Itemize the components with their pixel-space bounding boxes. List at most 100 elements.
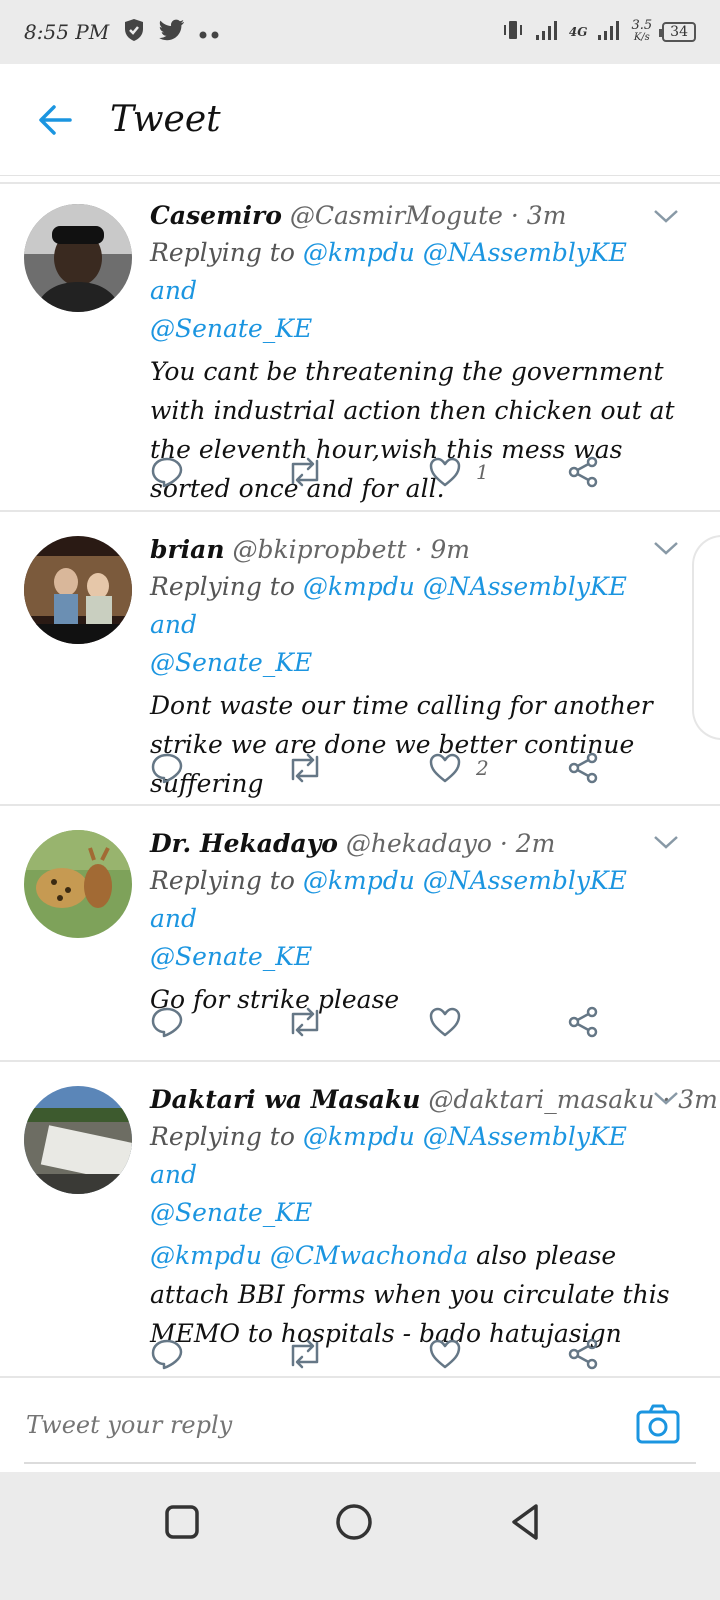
speech-bubble-icon — [151, 1339, 183, 1370]
tweet-header: Casemiro @CasmirMogute · 3m — [150, 198, 680, 234]
share-icon — [568, 752, 598, 784]
status-time: 8:55 PM — [24, 20, 110, 44]
system-nav-bar — [0, 1472, 720, 1600]
reply-button[interactable] — [150, 1337, 184, 1371]
replying-to: Replying to @kmpdu @NAssemblyKE and @Sen… — [150, 568, 680, 682]
share-icon — [568, 456, 598, 488]
replying-to-label: Replying to — [150, 1122, 295, 1151]
heart-icon — [429, 1007, 461, 1037]
tweet-actions — [150, 1002, 620, 1042]
retweet-icon — [291, 1339, 319, 1369]
avatar[interactable] — [24, 204, 132, 312]
replying-to-mention-senate[interactable]: @Senate_KE — [150, 314, 312, 343]
more-notifications-icon — [199, 20, 221, 44]
tweet-author-name[interactable]: brian — [150, 535, 225, 564]
like-button[interactable] — [428, 1338, 476, 1370]
network-4g-label: 4G — [568, 25, 588, 39]
tweet-header: Dr. Hekadayo @hekadayo · 2m — [150, 826, 680, 862]
replying-to: Replying to @kmpdu @NAssemblyKE and @Sen… — [150, 234, 680, 348]
speech-bubble-icon — [151, 753, 183, 784]
chevron-down-icon[interactable] — [652, 828, 680, 856]
tweet-item[interactable]: brian @bkipropbett · 9m Replying to @kmp… — [0, 512, 720, 806]
recent-apps-icon[interactable] — [162, 1502, 202, 1542]
back-button[interactable] — [0, 64, 110, 176]
replying-to-mention-senate[interactable]: @Senate_KE — [150, 1198, 312, 1227]
replying-to-mention-senate[interactable]: @Senate_KE — [150, 648, 312, 677]
network-speed-unit: K/s — [633, 32, 650, 43]
retweet-button[interactable] — [286, 1005, 324, 1039]
tweet-author-handle[interactable]: @CasmirMogute — [290, 201, 503, 230]
camera-icon[interactable] — [636, 1404, 680, 1444]
replying-to-label: Replying to — [150, 572, 295, 601]
reply-underline — [24, 1462, 696, 1464]
tweet-actions: 2 — [150, 748, 620, 788]
tweet-actions: 1 — [150, 452, 620, 492]
home-icon[interactable] — [334, 1502, 374, 1542]
tweet-header: Daktari wa Masaku @daktari_masaku · 3m — [150, 1082, 718, 1118]
battery-indicator: 34 — [659, 22, 696, 42]
tweet-author-handle[interactable]: @bkipropbett — [232, 535, 406, 564]
tweet-item[interactable]: Casemiro @CasmirMogute · 3m Replying to … — [0, 184, 720, 512]
share-icon — [568, 1006, 598, 1038]
network-speed: 3.5 K/s — [631, 18, 653, 44]
tweet-author-name[interactable]: Daktari wa Masaku — [150, 1085, 420, 1114]
tweet-actions — [150, 1334, 620, 1374]
tweet-author-name[interactable]: Casemiro — [150, 201, 282, 230]
reply-button[interactable] — [150, 751, 184, 785]
avatar[interactable] — [24, 1086, 132, 1194]
chevron-down-icon[interactable] — [652, 1084, 680, 1112]
speech-bubble-icon — [151, 457, 183, 488]
signal-icon-2 — [597, 19, 621, 45]
heart-icon — [429, 753, 461, 783]
chevron-down-icon[interactable] — [652, 202, 680, 230]
retweet-button[interactable] — [286, 1337, 324, 1371]
signal-icon — [535, 19, 559, 45]
share-button[interactable] — [566, 1005, 600, 1039]
page-header: Tweet — [0, 64, 720, 176]
retweet-icon — [291, 1007, 319, 1037]
heart-icon — [429, 457, 461, 487]
tweet-time: · 2m — [499, 829, 556, 858]
retweet-icon — [291, 457, 319, 487]
like-count: 1 — [476, 460, 489, 484]
tweet-author-handle[interactable]: @daktari_masaku — [428, 1085, 654, 1114]
shield-icon — [123, 18, 145, 47]
twitter-bird-icon — [159, 19, 185, 46]
replying-to-label: Replying to — [150, 238, 295, 267]
back-nav-icon[interactable] — [506, 1502, 546, 1542]
tweet-text-mentions[interactable]: @kmpdu @CMwachonda — [150, 1241, 468, 1270]
tweet-item[interactable]: Daktari wa Masaku @daktari_masaku · 3m R… — [0, 1062, 720, 1376]
speech-bubble-icon — [151, 1007, 183, 1038]
retweet-button[interactable] — [286, 455, 324, 489]
vibrate-icon — [501, 19, 525, 45]
share-button[interactable] — [566, 751, 600, 785]
replying-to: Replying to @kmpdu @NAssemblyKE and @Sen… — [150, 862, 680, 976]
tweet-author-name[interactable]: Dr. Hekadayo — [150, 829, 338, 858]
share-button[interactable] — [566, 455, 600, 489]
tweet-author-handle[interactable]: @hekadayo — [346, 829, 492, 858]
replying-to-label: Replying to — [150, 866, 295, 895]
like-button[interactable]: 2 — [428, 752, 489, 784]
avatar[interactable] — [24, 830, 132, 938]
side-panel-edge — [692, 535, 720, 740]
page-title: Tweet — [110, 99, 221, 140]
like-button[interactable]: 1 — [428, 456, 489, 488]
tweet-time: · 9m — [414, 535, 471, 564]
reply-input[interactable] — [24, 1410, 604, 1440]
avatar[interactable] — [24, 536, 132, 644]
like-button[interactable] — [428, 1006, 476, 1038]
reply-button[interactable] — [150, 1005, 184, 1039]
heart-icon — [429, 1339, 461, 1369]
reply-button[interactable] — [150, 455, 184, 489]
arrow-left-icon — [39, 104, 72, 135]
replying-to: Replying to @kmpdu @NAssemblyKE and @Sen… — [150, 1118, 680, 1232]
tweet-item[interactable]: Dr. Hekadayo @hekadayo · 2m Replying to … — [0, 806, 720, 1062]
like-count: 2 — [476, 756, 489, 780]
replying-to-mention-senate[interactable]: @Senate_KE — [150, 942, 312, 971]
share-button[interactable] — [566, 1337, 600, 1371]
network-speed-value: 3.5 — [631, 18, 653, 33]
retweet-icon — [291, 753, 319, 783]
tweet-header: brian @bkipropbett · 9m — [150, 532, 680, 568]
retweet-button[interactable] — [286, 751, 324, 785]
chevron-down-icon[interactable] — [652, 534, 680, 562]
